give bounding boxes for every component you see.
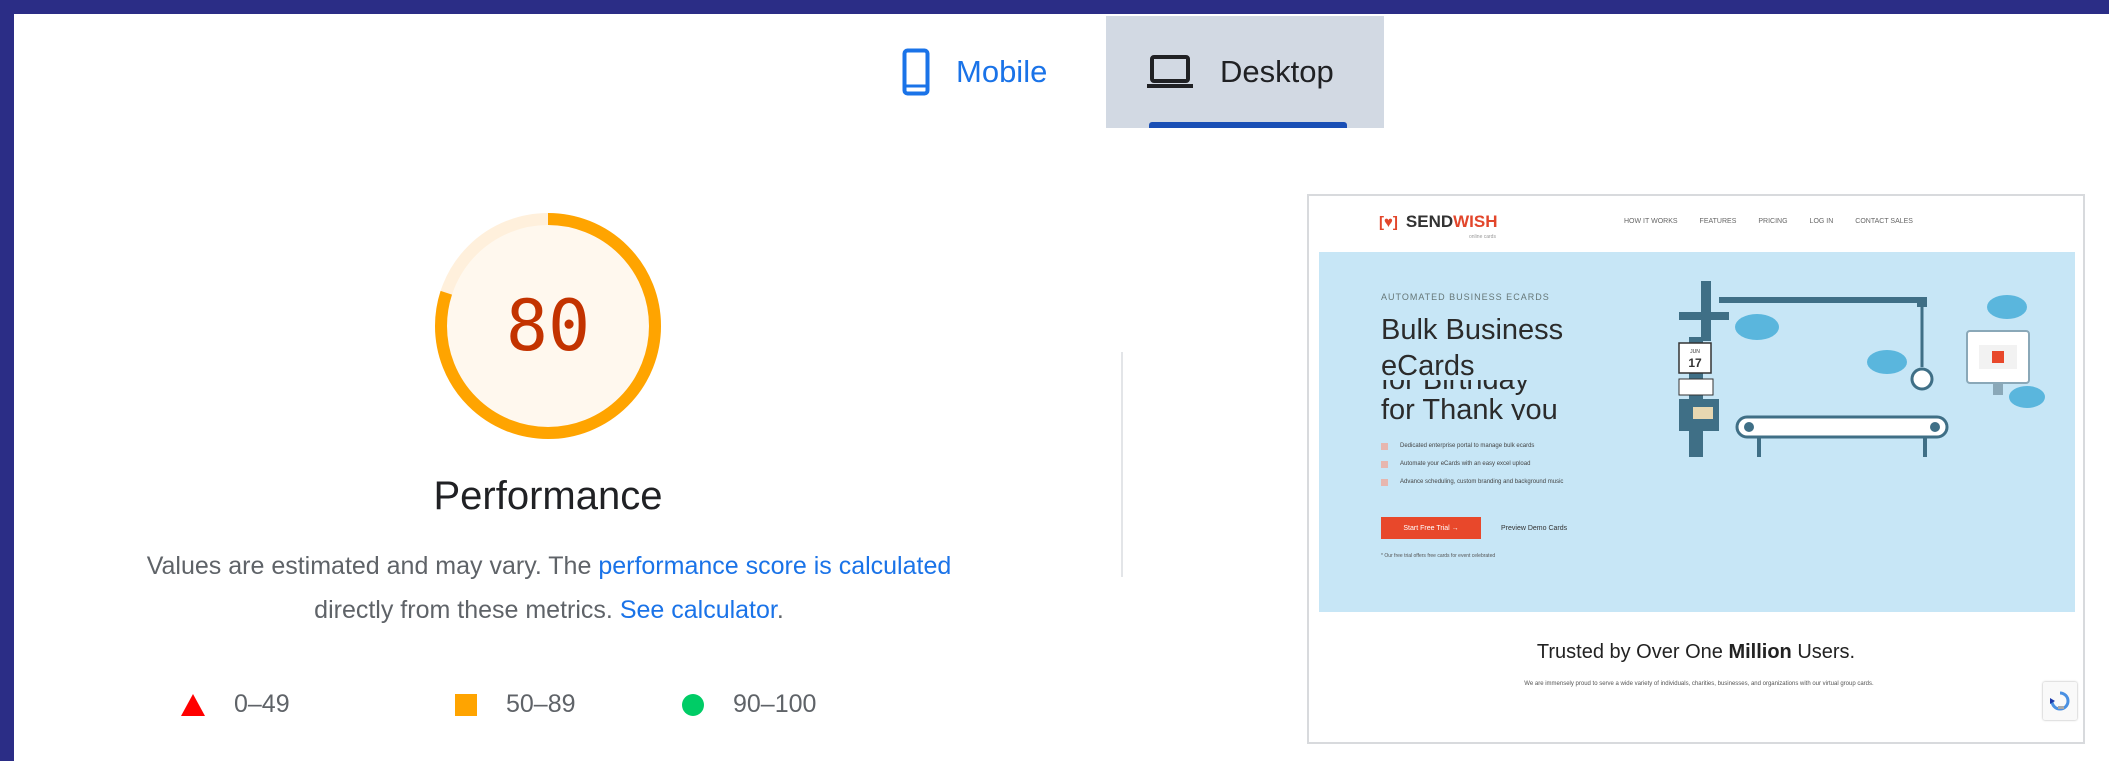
site-nav: HOW IT WORKS FEATURES PRICING LOG IN CON…: [1624, 218, 1913, 225]
site-nav-item: CONTACT SALES: [1855, 218, 1913, 225]
orange-square-icon: [455, 693, 477, 716]
hero-bullet: Advance scheduling, custom branding and …: [1381, 478, 1641, 487]
trust-title: Trusted by Over One Million Users.: [1309, 641, 2083, 664]
site-logo: [♥] SEND WISH: [1379, 212, 1498, 232]
tab-mobile[interactable]: Mobile: [874, 16, 1104, 128]
report-panel: Mobile Desktop 80 Performance Values are…: [14, 14, 2109, 761]
hero-bullet-text: Advance scheduling, custom branding and …: [1400, 479, 1564, 485]
logo-wish: WISH: [1453, 212, 1498, 231]
hero-footnote: * Our free trial offers free cards for e…: [1381, 553, 1496, 559]
legend-pass-range: 90–100: [733, 690, 817, 718]
bullet-check-icon: [1381, 479, 1388, 486]
category-title: Performance: [433, 474, 663, 518]
site-header: [♥] SEND WISH online cards HOW IT WORKS F…: [1309, 196, 2083, 251]
trust-title-suffix: Users.: [1791, 641, 1856, 663]
hero-bullet-text: Dedicated enterprise portal to manage bu…: [1400, 443, 1535, 449]
hero-rotator-next: for Thank you: [1381, 394, 1558, 420]
score-description: Values are estimated and may vary. The p…: [74, 544, 1024, 632]
hero-bullet: Dedicated enterprise portal to manage bu…: [1381, 442, 1641, 451]
description-text-2: directly from these metrics.: [314, 596, 620, 624]
phone-icon: [902, 48, 930, 96]
recaptcha-icon: [2050, 691, 2070, 711]
active-tab-indicator: [1149, 122, 1347, 128]
legend-fail-range: 0–49: [234, 690, 290, 718]
score-calculated-link[interactable]: performance score is calculated: [598, 552, 951, 580]
preview-demo-link: Preview Demo Cards: [1501, 524, 1568, 532]
site-hero: AUTOMATED BUSINESS ECARDS Bulk Business …: [1319, 252, 2075, 612]
see-calculator-link[interactable]: See calculator: [620, 596, 777, 624]
conveyor-illustration: JUN 17: [1678, 281, 2045, 457]
red-triangle-icon: [181, 693, 205, 716]
site-nav-item: PRICING: [1758, 218, 1788, 225]
sendwish-logo-icon: [♥]: [1379, 213, 1398, 231]
trust-body: We are immensely proud to serve a wide v…: [1524, 681, 1874, 687]
logo-tagline: online cards: [1469, 234, 1496, 240]
recaptcha-badge: [2043, 682, 2077, 720]
bullet-check-icon: [1381, 443, 1388, 450]
site-nav-item: FEATURES: [1699, 218, 1737, 225]
start-trial-button: Start Free Trial →: [1381, 517, 1481, 539]
site-nav-item: HOW IT WORKS: [1624, 218, 1678, 225]
tab-mobile-label: Mobile: [956, 54, 1048, 89]
bullet-check-icon: [1381, 461, 1388, 468]
hero-bullet: Automate your eCards with an easy excel …: [1381, 460, 1641, 469]
calendar-month: JUN: [1690, 349, 1700, 355]
legend-fail: 0–49: [180, 690, 290, 719]
hero-rotator: for Birthday for Thank you: [1381, 380, 1631, 420]
legend-average: 50–89: [454, 690, 576, 719]
tab-desktop[interactable]: Desktop: [1106, 16, 1384, 128]
score-value: 80: [505, 285, 591, 367]
hero-eyebrow: AUTOMATED BUSINESS ECARDS: [1381, 292, 1550, 302]
laptop-icon: [1147, 55, 1193, 88]
description-text-1: Values are estimated and may vary. The: [146, 552, 599, 580]
final-screenshot[interactable]: [♥] SEND WISH online cards HOW IT WORKS F…: [1307, 194, 2085, 744]
logo-send: SEND: [1405, 212, 1454, 231]
hero-bullet-text: Automate your eCards with an easy excel …: [1400, 461, 1531, 467]
legend-pass: 90–100: [681, 690, 816, 719]
site-nav-item: LOG IN: [1809, 218, 1834, 225]
hero-title: Bulk Business eCards: [1381, 314, 1564, 382]
performance-score-gauge[interactable]: 80: [426, 204, 670, 448]
legend-average-range: 50–89: [506, 690, 576, 718]
tab-desktop-label: Desktop: [1220, 54, 1334, 89]
description-text-3: .: [776, 596, 784, 624]
trust-title-bold: Million: [1728, 641, 1792, 663]
trust-title-prefix: Trusted by Over One: [1536, 641, 1729, 663]
green-circle-icon: [682, 693, 704, 716]
calendar-day: 17: [1688, 356, 1702, 370]
vertical-divider: [1121, 352, 1123, 577]
